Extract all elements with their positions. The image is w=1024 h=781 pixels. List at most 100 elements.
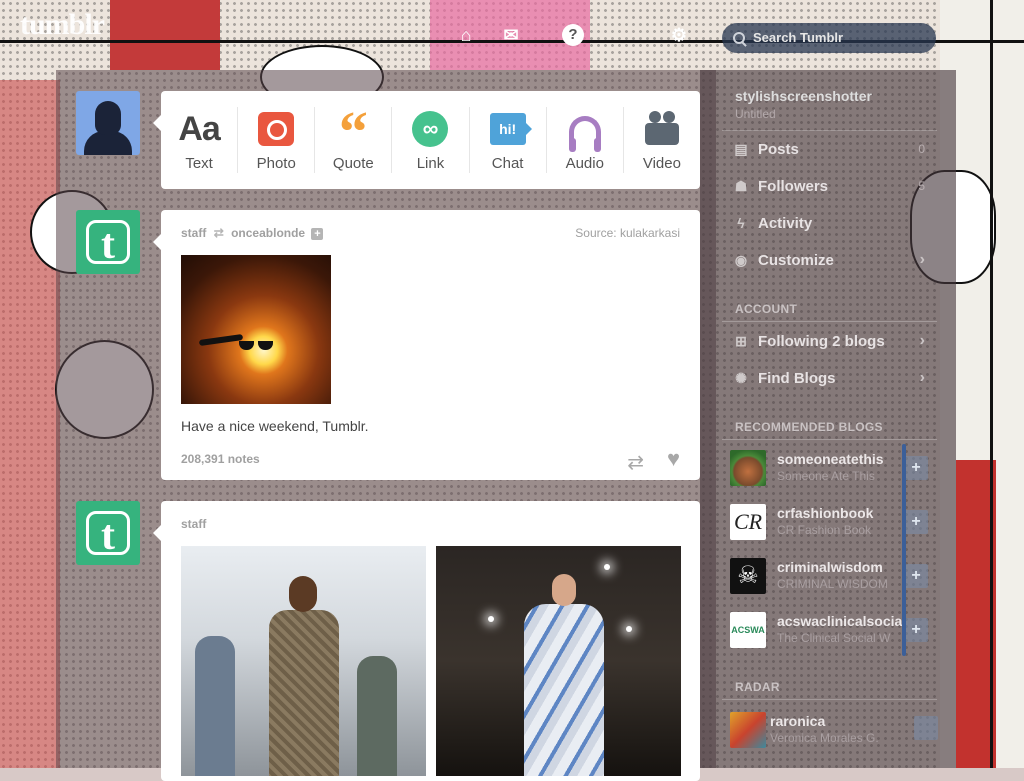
follow-plus-icon[interactable]: +: [904, 564, 928, 588]
camera-icon: [258, 112, 295, 146]
recommended-blog[interactable]: ☠ criminalwisdom CRIMINAL WISDOM +: [728, 556, 938, 596]
staff-avatar[interactable]: t: [76, 501, 140, 565]
sidebar-item-count: 0: [918, 142, 925, 156]
chevron-right-icon: ›: [919, 369, 925, 386]
blog-avatar: ACSWA: [730, 612, 766, 648]
sidebar-blog-title: Untitled: [735, 107, 776, 121]
recommended-blog[interactable]: ACSWA acswaclinicalsocial The Clinical S…: [728, 610, 938, 650]
blog-name: crfashionbook: [777, 505, 874, 521]
follow-plus-icon[interactable]: +: [904, 456, 928, 480]
sidebar-item-count: 5: [918, 179, 925, 193]
radar-blog[interactable]: raronica Veronica Morales G.: [728, 710, 938, 750]
sidebar-item-customize[interactable]: ◉ Customize ›: [732, 248, 937, 272]
source-link[interactable]: kulakarkasi: [620, 226, 680, 240]
new-audio-post-button[interactable]: Audio: [547, 107, 624, 173]
follow-plus-icon[interactable]: +: [904, 618, 928, 642]
post-type-label: Text: [185, 155, 213, 172]
people-icon: ☗: [734, 178, 748, 194]
sidebar-item-following[interactable]: ⊞ Following 2 blogs ›: [732, 329, 937, 353]
new-text-post-button[interactable]: Aa Text: [161, 107, 239, 173]
headphones-icon: [568, 116, 601, 152]
new-chat-post-button[interactable]: hi! Chat: [470, 107, 547, 173]
sidebar-item-activity[interactable]: ϟ Activity: [732, 211, 937, 235]
post-type-label: Audio: [565, 155, 604, 172]
sidebar-item-label: Posts: [758, 141, 799, 158]
new-video-post-button[interactable]: Video: [624, 107, 700, 173]
reblogged-from-link[interactable]: onceablonde: [231, 226, 305, 240]
new-quote-post-button[interactable]: “ Quote: [315, 99, 393, 173]
sidebar-item-followers[interactable]: ☗ Followers 5: [732, 174, 937, 198]
post-card: staff: [153, 501, 700, 781]
sidebar-item-label: Following 2 blogs: [758, 333, 885, 350]
notes-count[interactable]: 208,391 notes: [181, 452, 260, 466]
blog-name: someoneatethis: [777, 451, 884, 467]
post-author-link[interactable]: staff: [181, 517, 206, 531]
search-icon: [733, 32, 745, 44]
new-photo-post-button[interactable]: Photo: [238, 107, 316, 173]
inbox-icon[interactable]: ✉: [500, 24, 522, 46]
divider: [722, 321, 937, 322]
document-icon: ▤: [734, 141, 748, 157]
tumblr-t-icon: t: [86, 511, 130, 558]
blog-subtitle: Someone Ate This: [777, 469, 875, 483]
heart-icon[interactable]: ♥: [667, 446, 680, 472]
blog-avatar: [730, 450, 766, 486]
blog-name: raronica: [770, 713, 826, 729]
blog-subtitle: Veronica Morales G.: [770, 731, 879, 745]
blog-avatar: ☠: [730, 558, 766, 594]
post-type-label: Link: [416, 155, 445, 172]
post-type-label: Quote: [332, 155, 374, 172]
post-type-label: Chat: [491, 155, 524, 172]
radar-heading: RADAR: [735, 680, 780, 694]
account-heading: ACCOUNT: [735, 302, 798, 316]
staff-avatar[interactable]: t: [76, 210, 140, 274]
sidebar-item-posts[interactable]: ▤ Posts 0: [732, 137, 937, 161]
follow-plus-icon[interactable]: +: [904, 510, 928, 534]
post-caption: Have a nice weekend, Tumblr.: [181, 418, 369, 434]
user-avatar[interactable]: [76, 91, 140, 155]
lightning-icon: ϟ: [737, 215, 745, 231]
blog-subtitle: CR Fashion Book: [777, 523, 872, 537]
reblog-small-icon: ⇄: [213, 226, 224, 240]
blog-subtitle: CRIMINAL WISDOM: [777, 577, 888, 591]
sidebar-item-label: Followers: [758, 178, 829, 195]
recommended-heading: RECOMMENDED BLOGS: [735, 420, 883, 434]
blog-name: criminalwisdom: [777, 559, 883, 575]
search-input[interactable]: Search Tumblr: [722, 23, 936, 53]
compass-icon: ✺: [735, 370, 747, 386]
link-icon: ∞: [412, 111, 449, 147]
post-source[interactable]: Source: kulakarkasi: [575, 226, 680, 240]
post-card: staff ⇄ onceablonde + Source: kulakarkas…: [153, 210, 700, 480]
settings-icon[interactable]: ⚙: [668, 24, 690, 46]
tumblr-t-icon: t: [86, 220, 130, 267]
help-icon[interactable]: ?: [562, 24, 584, 46]
source-label: Source:: [575, 226, 617, 240]
sidebar-item-label: Activity: [758, 215, 813, 232]
post-author-link[interactable]: staff: [181, 226, 206, 240]
new-link-post-button[interactable]: ∞ Link: [392, 107, 470, 173]
post-header: staff: [181, 517, 206, 531]
sidebar-item-label: Find Blogs: [758, 370, 836, 387]
sidebar-item-label: Customize: [758, 252, 834, 269]
divider: [722, 439, 937, 440]
recommended-blog[interactable]: someoneatethis Someone Ate This +: [728, 448, 938, 488]
recommended-scrollbar[interactable]: [902, 444, 906, 656]
chevron-right-icon: ›: [919, 332, 925, 349]
sidebar-blog-name[interactable]: stylishscreenshotter: [735, 88, 872, 104]
follow-plus-icon[interactable]: [914, 716, 938, 740]
quote-icon: “: [338, 99, 368, 164]
recommended-blog[interactable]: CR crfashionbook CR Fashion Book +: [728, 502, 938, 542]
home-icon[interactable]: ⌂: [455, 24, 477, 46]
post-photo[interactable]: [436, 546, 681, 776]
divider: [722, 699, 937, 700]
post-type-label: Photo: [256, 155, 296, 172]
eye-icon: ◉: [734, 252, 748, 268]
post-type-label: Video: [642, 155, 681, 172]
follow-plus-icon[interactable]: +: [311, 228, 324, 240]
post-photo[interactable]: [181, 255, 331, 404]
reblog-icon[interactable]: ⇄: [627, 450, 644, 475]
tumblr-logo[interactable]: tumblr: [20, 8, 105, 42]
post-photo[interactable]: [181, 546, 426, 776]
blog-avatar: [730, 712, 766, 748]
sidebar-item-find-blogs[interactable]: ✺ Find Blogs ›: [732, 366, 937, 390]
